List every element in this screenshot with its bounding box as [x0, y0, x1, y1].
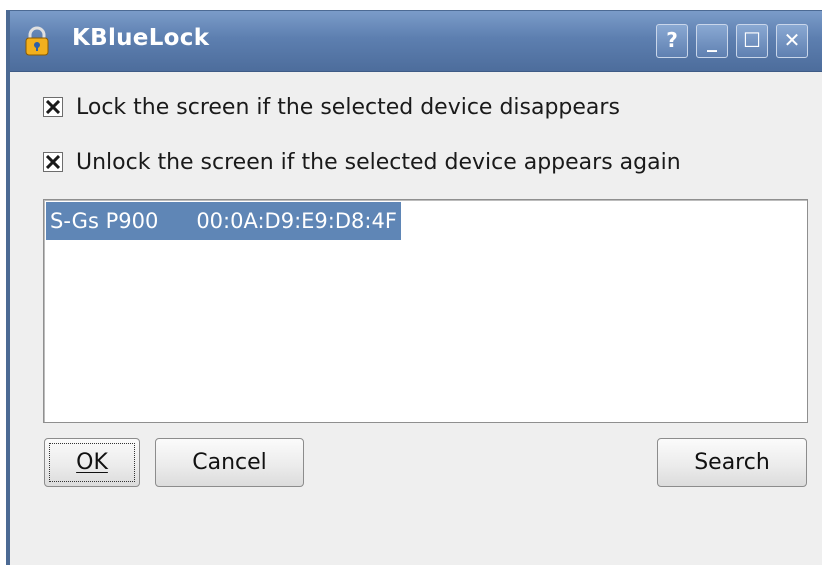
device-address: 00:0A:D9:E9:D8:4F [196, 209, 397, 233]
search-button[interactable]: Search [657, 438, 807, 487]
ok-button-label: OK [76, 450, 108, 475]
minimize-button[interactable]: _ [696, 24, 728, 58]
title-bar[interactable]: KBlueLock ? _ ☐ ✕ [10, 11, 822, 72]
search-button-label: Search [694, 450, 770, 475]
help-icon: ? [666, 28, 678, 52]
kbluelock-dialog: KBlueLock ? _ ☐ ✕ Lock the screen if the… [6, 10, 822, 565]
checkmark-x-icon [46, 155, 60, 169]
unlock-option-label: Unlock the screen if the selected device… [76, 149, 681, 175]
lock-checkbox[interactable] [43, 97, 63, 117]
device-list[interactable]: S-Gs P900 00:0A:D9:E9:D8:4F [43, 199, 808, 423]
cancel-button-label: Cancel [192, 450, 267, 475]
device-list-item[interactable]: S-Gs P900 00:0A:D9:E9:D8:4F [46, 202, 401, 240]
device-name: S-Gs P900 [50, 209, 159, 233]
padlock-icon [24, 26, 50, 56]
maximize-icon: ☐ [743, 28, 761, 52]
help-button[interactable]: ? [656, 24, 688, 58]
ok-button[interactable]: OK [44, 438, 140, 487]
maximize-button[interactable]: ☐ [736, 24, 768, 58]
minimize-icon: _ [707, 28, 717, 52]
lock-option-label: Lock the screen if the selected device d… [76, 94, 620, 120]
unlock-checkbox[interactable] [43, 152, 63, 172]
checkmark-x-icon [46, 100, 60, 114]
unlock-option[interactable]: Unlock the screen if the selected device… [43, 147, 681, 177]
window-title: KBlueLock [72, 25, 210, 51]
close-icon: ✕ [783, 28, 801, 52]
close-button[interactable]: ✕ [776, 24, 808, 58]
cancel-button[interactable]: Cancel [155, 438, 304, 487]
lock-option[interactable]: Lock the screen if the selected device d… [43, 92, 620, 122]
